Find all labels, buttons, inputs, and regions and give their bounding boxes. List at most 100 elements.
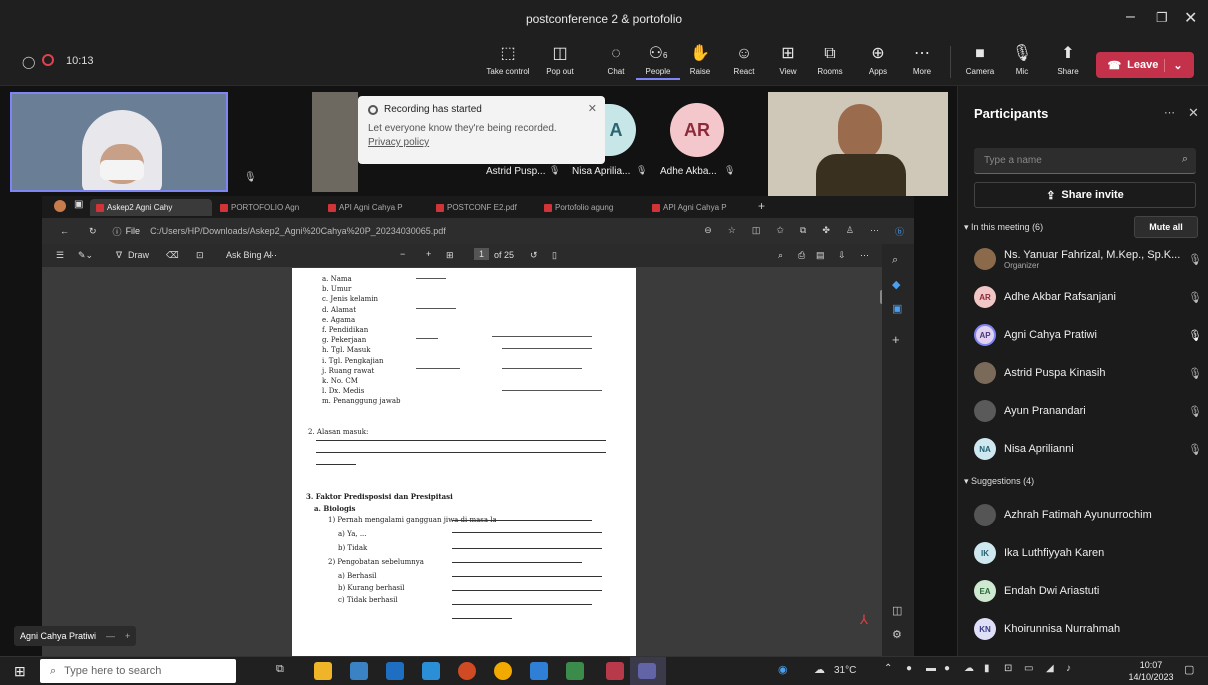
page-view-icon[interactable]: ▯ [552,250,557,261]
search-icon[interactable]: ⌕ [778,250,783,261]
highlight-icon[interactable]: ✎⌄ [78,250,93,261]
mic-button[interactable]: 🎙 Mic [1000,44,1044,76]
suggestions-header[interactable]: ▾ Suggestions (4) [964,476,1034,487]
favorite-icon[interactable]: ☆ [728,225,736,238]
url-field[interactable]: C:/Users/HP/Downloads/Askep2_Agni%20Cahy… [150,226,446,236]
suggestion-row[interactable]: KN Khoirunnisa Nurrahmah [974,614,1202,644]
contents-icon[interactable]: ☰ [56,250,64,261]
taskbar-search-input[interactable]: ⌕ Type here to search [40,659,236,683]
suggestion-row[interactable]: IK Ika Luthfiyyah Karen [974,538,1202,568]
participant-row[interactable]: NA Nisa Aprilianni 🎙 [974,434,1202,464]
save-icon[interactable]: ▤ [816,250,825,261]
tray-icon[interactable]: ▬ [926,663,936,674]
video-tile-participant[interactable] [312,92,358,192]
share-invite-button[interactable]: ⇪ Share invite [974,182,1196,208]
suggestion-row[interactable]: EA Endah Dwi Ariastuti [974,576,1202,606]
participant-row[interactable]: Ayun Pranandari 🎙 [974,396,1202,426]
page-number-input[interactable]: 1 [474,248,490,260]
rotate-icon[interactable]: ↺ [530,250,538,261]
zoom-icon[interactable]: ⊖ [704,225,712,238]
privacy-policy-link[interactable]: Privacy policy [368,137,595,148]
view-button[interactable]: ⊞ View [766,44,810,76]
close-icon[interactable]: ✕ [1188,105,1199,121]
video-tile-organizer[interactable] [768,92,948,196]
participant-row[interactable]: Ns. Yanuar Fahrizal, M.Kep., Sp.K... Org… [974,244,1202,274]
ask-ai-button[interactable]: Ask Bing AI [226,250,272,260]
pdf-viewer[interactable]: a. Nama b. Umur c. Jenis kelamin d. Alamat e… [42,268,884,656]
word-icon[interactable] [422,662,440,680]
tab-askep[interactable]: Askep2 Agni Cahy [90,199,212,216]
zoom-out-icon[interactable]: − [400,249,405,259]
maximize-icon[interactable]: ❐ [1156,10,1168,26]
help-icon[interactable]: ◉ [778,663,788,676]
zoom-in-icon[interactable]: + [426,249,431,259]
profile-icon[interactable]: ♙ [846,225,854,238]
rooms-button[interactable]: ⧉ Rooms [808,44,852,76]
more-icon[interactable]: ⋯ [870,225,879,238]
tray-icon[interactable]: ● [906,663,912,674]
clock[interactable]: 10:07 14/10/2023 [1126,659,1176,683]
favorites-icon[interactable]: ✩ [776,225,784,238]
in-meeting-header[interactable]: ▾ In this meeting (6) [964,222,1043,233]
save-as-icon[interactable]: ⇩ [838,250,846,261]
refresh-icon[interactable]: ↻ [89,226,97,237]
chevron-down-icon[interactable]: ⌄ [1164,58,1183,72]
layout-icon[interactable]: ◫ [892,604,902,617]
copilot-icon[interactable]: ◆ [892,278,900,291]
split-icon[interactable]: ◫ [752,225,761,238]
tab-api[interactable]: API Agni Cahya P [322,199,428,216]
mute-all-button[interactable]: Mute all [1134,216,1198,238]
tray-icon[interactable]: ● [944,663,950,674]
store-icon[interactable] [350,662,368,680]
back-icon[interactable]: ← [60,226,69,236]
edge-icon[interactable] [530,662,548,680]
minimize-icon[interactable]: — [106,631,115,641]
share-button[interactable]: ⬆ Share [1046,44,1090,76]
text-icon[interactable]: ⊡ [196,250,204,261]
task-view-icon[interactable]: ⧉ [276,663,284,676]
camera-button[interactable]: ■ Camera [958,44,1002,76]
network-icon[interactable]: ◢ [1046,663,1054,674]
teams-icon[interactable] [630,657,666,685]
file-explorer-icon[interactable] [314,662,332,680]
more-icon[interactable]: ⋯ [268,250,277,261]
powerpoint-icon[interactable] [458,662,476,680]
tab-portofolio-agung[interactable]: Portofolio agung [538,199,644,216]
new-tab-icon[interactable]: + [758,199,765,213]
tab-api-2[interactable]: API Agni Cahya P [646,199,752,216]
chat-button[interactable]: ◌ Chat [594,44,638,76]
close-icon[interactable]: ✕ [1184,8,1197,28]
suggestion-row[interactable]: Azhrah Fatimah Ayunurrochim [974,500,1202,530]
tray-icon[interactable]: ▮ [984,663,990,674]
more-icon[interactable]: ⋯ [1164,106,1175,119]
extensions-icon[interactable]: ✤ [822,225,830,238]
volume-icon[interactable]: ♪ [1066,663,1071,674]
mail-icon[interactable] [386,662,404,680]
search-input[interactable]: Type a name ⌕ [974,148,1196,174]
fit-page-icon[interactable]: ⊞ [446,250,454,261]
battery-icon[interactable]: ▭ [1024,663,1033,674]
chrome-icon[interactable] [494,662,512,680]
search-icon[interactable]: ⌕ [892,254,898,267]
erase-icon[interactable]: ⌫ [166,250,179,261]
print-icon[interactable]: ⎙ [798,250,805,261]
more-icon[interactable]: ⋯ [860,250,869,261]
notifications-icon[interactable]: ▢ [1184,663,1194,676]
video-tile-self[interactable] [10,92,228,192]
participant-row[interactable]: AR Adhe Akbar Rafsanjani 🎙 [974,282,1202,312]
windows-start-icon[interactable]: ⊞ [14,663,26,680]
tray-icon[interactable]: ☁ [964,663,974,674]
add-icon[interactable]: + [892,332,900,347]
minimize-icon[interactable]: – [1126,8,1135,26]
draw-icon[interactable]: ∇ [116,250,122,261]
pop-out-button[interactable]: ◫ Pop out [538,44,582,76]
weather-temp[interactable]: 31°C [834,665,856,676]
take-control-button[interactable]: ⬚ Take control [486,44,530,76]
react-button[interactable]: ☺ React [722,44,766,76]
tray-icon[interactable]: ⊡ [1004,663,1012,674]
draw-button[interactable]: Draw [128,250,149,260]
raise-hand-button[interactable]: ✋ Raise [678,44,722,76]
participant-row[interactable]: AP Agni Cahya Pratiwi 🎙 [974,320,1202,350]
tab-postconf[interactable]: POSTCONF E2.pdf [430,199,536,216]
more-button[interactable]: ⋯ More [900,44,944,76]
